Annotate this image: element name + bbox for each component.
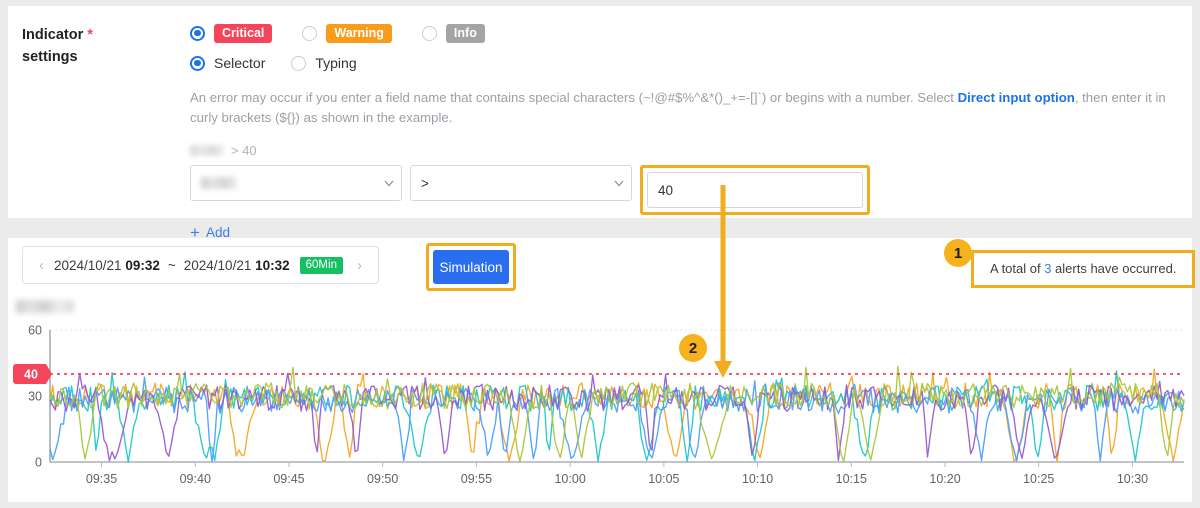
required-asterisk: * [87,27,93,43]
mode-radio-group: Selector Typing [190,50,1180,76]
helper-text: An error may occur if you enter a field … [190,88,1180,128]
threshold-badge: 40 [13,364,52,384]
annotation-badge-1: 1 [944,239,972,267]
chevron-down-icon [614,180,624,188]
time-range-selector[interactable]: ‹ 2024/10/21 09:32 ~ 2024/10/21 10:32 60… [22,246,379,284]
time-range-end: 2024/10/21 10:32 [180,258,294,273]
svg-text:10:15: 10:15 [836,472,867,486]
chevron-down-icon [384,180,394,188]
svg-text:10:30: 10:30 [1117,472,1148,486]
condition-preview: > 40 [190,141,1180,159]
svg-text:09:35: 09:35 [86,472,117,486]
threshold-value-highlight: 40 [640,165,870,215]
redacted-field-value [201,177,237,189]
helper-text-part1: An error may occur if you enter a field … [190,90,958,105]
svg-text:09:45: 09:45 [273,472,304,486]
radio-severity-info[interactable] [421,25,437,41]
svg-text:10:10: 10:10 [742,472,773,486]
threshold-value-text: 40 [658,182,674,198]
svg-text:10:20: 10:20 [929,472,960,486]
direct-input-option-link[interactable]: Direct input option [958,90,1075,105]
time-range-start: 2024/10/21 09:32 [50,258,164,273]
metric-line-chart: 0 30 60 09:35 09:40 09:45 09:50 09:55 10:00 10:05… [8,318,1192,494]
alert-total-note: A total of 3 alerts have occurred. [976,255,1190,283]
svg-text:10:25: 10:25 [1023,472,1054,486]
simulation-button[interactable]: Simulation [433,250,509,284]
time-range-start-date: 2024/10/21 [54,257,122,273]
operator-select-value: > [421,175,429,191]
svg-text:09:40: 09:40 [180,472,211,486]
svg-text:30: 30 [28,390,42,404]
radio-severity-critical[interactable] [190,25,205,41]
svg-text:09:50: 09:50 [367,472,398,486]
indicator-settings-panel: Indicator * settings Critical Warning In… [8,6,1192,241]
severity-badge-critical[interactable]: Critical [214,23,273,43]
svg-text:09:55: 09:55 [461,472,492,486]
mode-label-typing[interactable]: Typing [315,55,356,71]
severity-badge-info[interactable]: Info [445,23,485,43]
field-name-select[interactable] [190,165,402,201]
condition-inputs-row: > 40 [190,165,1180,215]
svg-text:10:00: 10:00 [554,472,585,486]
radio-mode-selector[interactable] [190,55,205,71]
time-range-end-time: 10:32 [255,257,290,273]
svg-text:10:05: 10:05 [648,472,679,486]
severity-radio-group: Critical Warning Info [190,20,1180,46]
time-range-start-time: 09:32 [125,257,160,273]
condition-preview-text: > 40 [231,142,257,158]
indicator-settings-label-text: Indicator [22,27,84,43]
radio-severity-warning[interactable] [302,25,318,41]
mode-label-selector[interactable]: Selector [214,55,265,71]
indicator-settings-label-text-2: settings [22,49,78,65]
alert-note-highlight: A total of 3 alerts have occurred. [971,250,1196,288]
svg-text:0: 0 [35,456,42,470]
alert-note-prefix: A total of [990,261,1045,276]
duration-chip: 60Min [299,256,343,274]
simulation-button-highlight: Simulation [426,243,516,291]
threshold-value-input[interactable]: 40 [647,172,863,208]
chart-title-redacted [16,300,74,313]
indicator-settings-label: Indicator * settings [22,24,182,68]
redacted-field-name [190,144,224,156]
svg-text:40: 40 [24,368,38,382]
time-range-end-date: 2024/10/21 [183,257,252,273]
svg-text:60: 60 [28,324,42,338]
chart-svg: 0 30 60 09:35 09:40 09:45 09:50 09:55 10:00 10:05… [13,324,1185,486]
annotation-badge-2: 2 [679,334,707,362]
time-range-separator: ~ [167,257,176,273]
severity-badge-warning[interactable]: Warning [326,23,392,43]
operator-select[interactable]: > [410,165,632,201]
radio-mode-typing[interactable] [291,55,307,71]
chevron-right-icon[interactable]: › [351,257,368,274]
indicator-settings-fields: Critical Warning Info Selector Typing An… [190,20,1180,243]
chevron-left-icon[interactable]: ‹ [33,257,50,274]
alert-note-suffix: alerts have occurred. [1051,261,1177,276]
